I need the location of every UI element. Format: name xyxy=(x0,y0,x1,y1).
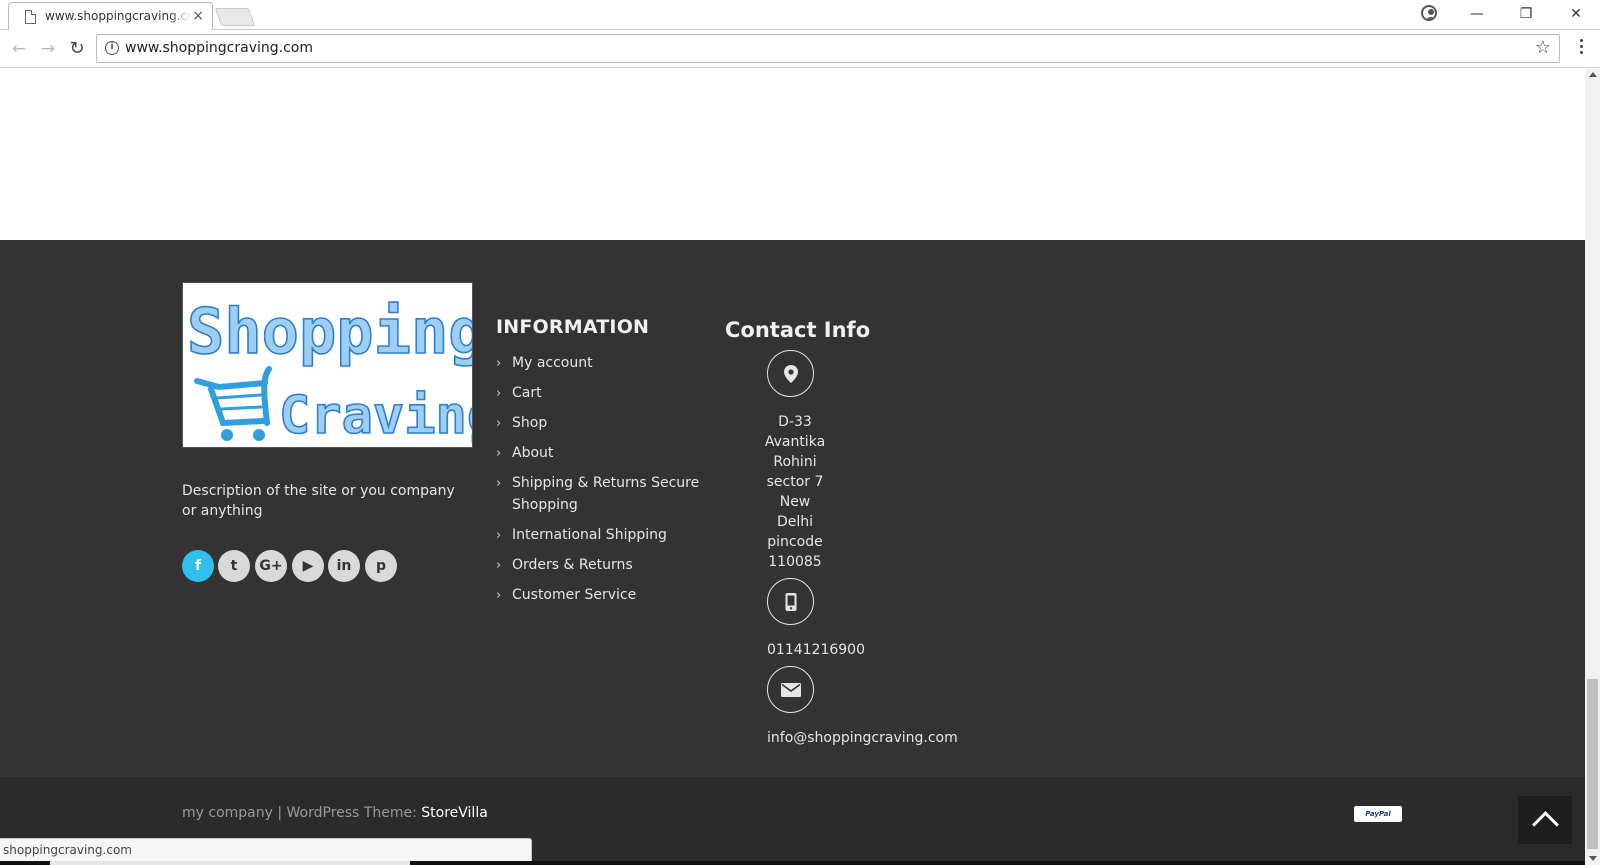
logo-line-1: Shopping xyxy=(187,295,473,368)
google-plus-icon[interactable]: G+ xyxy=(255,550,287,582)
profile-body xyxy=(1426,17,1435,19)
theme-link[interactable]: StoreVilla xyxy=(421,805,488,821)
menu-dot xyxy=(1580,45,1583,48)
menu-dot xyxy=(1580,51,1583,54)
info-link-label[interactable]: About xyxy=(512,445,553,461)
info-link-about[interactable]: › About xyxy=(496,442,706,464)
youtube-icon[interactable]: ▶ xyxy=(292,550,324,582)
status-url: shoppingcraving.com xyxy=(3,843,132,857)
minimize-icon[interactable]: — xyxy=(1462,4,1492,24)
restore-icon[interactable]: ❐ xyxy=(1511,4,1541,24)
profile-head xyxy=(1428,9,1434,15)
address-bar[interactable]: i www.shoppingcraving.com ☆ xyxy=(96,34,1560,63)
site-description: Description of the site or you company o… xyxy=(182,483,455,519)
forward-icon[interactable]: → xyxy=(37,38,59,60)
site-logo[interactable]: Shopping Craving xyxy=(182,282,473,448)
info-link-label[interactable]: International Shipping xyxy=(512,527,667,543)
profile-ring xyxy=(1421,5,1437,21)
phone-shape xyxy=(785,592,796,611)
chevron-right-icon: › xyxy=(496,356,502,371)
info-link-shop[interactable]: › Shop xyxy=(496,412,706,434)
info-link-orders-returns[interactable]: › Orders & Returns xyxy=(496,554,706,576)
page-viewport: Shopping Craving Description of the site… xyxy=(0,69,1585,865)
close-window-icon[interactable]: ✕ xyxy=(1561,4,1591,24)
address-line: Avantika xyxy=(764,434,826,450)
credits-separator: | WordPress Theme: xyxy=(272,805,422,821)
address-block: D-33 Avantika Rohini sector 7 New Delhi … xyxy=(761,412,829,572)
info-link-label[interactable]: Cart xyxy=(512,385,542,401)
reload-icon[interactable]: ↻ xyxy=(66,38,88,60)
contact-column: Contact Info D-33 Avantika Rohini sector… xyxy=(725,318,985,746)
twitter-icon[interactable]: t xyxy=(218,550,250,582)
information-heading: INFORMATION xyxy=(496,316,650,338)
info-link-customer-service[interactable]: › Customer Service xyxy=(496,584,706,606)
page-scrollbar[interactable] xyxy=(1585,69,1600,865)
map-pin-shape xyxy=(783,364,798,383)
scroll-down-arrow-icon[interactable] xyxy=(1589,856,1597,861)
linkedin-icon[interactable]: in xyxy=(328,550,360,582)
scroll-up-arrow-icon[interactable] xyxy=(1589,72,1597,77)
info-link-label[interactable]: Customer Service xyxy=(512,587,636,603)
address-line: Rohini xyxy=(773,454,817,470)
scroll-to-top-button[interactable] xyxy=(1518,796,1572,844)
contact-heading: Contact Info xyxy=(725,318,871,342)
site-footer: Shopping Craving Description of the site… xyxy=(0,240,1585,865)
browser-menu-icon[interactable] xyxy=(1580,39,1584,57)
information-column: INFORMATION › My account › Cart › Shop › Abo… xyxy=(496,316,706,614)
logo-line-2: Craving xyxy=(279,386,473,446)
chevron-right-icon: › xyxy=(496,476,502,491)
url-text[interactable]: www.shoppingcraving.com xyxy=(125,40,313,56)
mobile-phone-icon xyxy=(767,578,814,625)
envelope-icon xyxy=(767,666,814,713)
browser-toolbar: ← → ↻ i www.shoppingcraving.com ☆ xyxy=(0,30,1600,68)
paypal-badge: PayPal xyxy=(1354,806,1402,822)
new-tab-button[interactable] xyxy=(214,8,256,26)
browser-tab-strip: www.shoppingcraving.com × — ❐ ✕ xyxy=(0,0,1600,31)
info-link-cart[interactable]: › Cart xyxy=(496,382,706,404)
info-link-my-account[interactable]: › My account xyxy=(496,352,706,374)
tab-close-icon[interactable]: × xyxy=(192,8,204,24)
chevron-right-icon: › xyxy=(496,416,502,431)
information-links: › My account › Cart › Shop › About › Shipping… xyxy=(496,352,706,606)
address-line: New xyxy=(779,494,811,510)
bookmark-star-icon[interactable]: ☆ xyxy=(1535,38,1551,58)
scroll-thumb[interactable] xyxy=(1587,679,1598,849)
footer-credits: my company | WordPress Theme: StoreVilla xyxy=(182,805,488,821)
contact-email[interactable]: info@shoppingcraving.com xyxy=(767,730,958,746)
info-link-shipping-returns[interactable]: › Shipping & Returns Secure Shopping xyxy=(496,472,706,516)
chevron-right-icon: › xyxy=(496,558,502,573)
address-line: sector 7 xyxy=(766,474,824,490)
info-link-international-shipping[interactable]: › International Shipping xyxy=(496,524,706,546)
browser-tab[interactable]: www.shoppingcraving.com × xyxy=(8,2,213,31)
chevron-right-icon: › xyxy=(496,446,502,461)
address-line: Delhi xyxy=(776,514,814,530)
menu-dot xyxy=(1580,39,1583,42)
tab-title: www.shoppingcraving.com xyxy=(45,9,191,23)
chevron-right-icon: › xyxy=(496,528,502,543)
address-line: pincode xyxy=(767,534,823,550)
location-icon xyxy=(767,350,814,397)
envelope-shape xyxy=(780,682,801,697)
facebook-icon[interactable]: f xyxy=(182,550,214,582)
page-bottom-edge xyxy=(0,861,1585,865)
info-link-label[interactable]: My account xyxy=(512,355,593,371)
info-link-label[interactable]: Shop xyxy=(512,415,547,431)
address-line: D-33 xyxy=(778,414,812,430)
chevron-right-icon: › xyxy=(496,588,502,603)
contact-phone: 01141216900 xyxy=(767,642,865,658)
pinterest-icon[interactable]: p xyxy=(365,550,397,582)
page-icon xyxy=(25,10,36,24)
page-edge-highlight xyxy=(50,861,410,865)
status-bubble: shoppingcraving.com xyxy=(0,838,532,861)
info-link-label[interactable]: Shipping & Returns Secure Shopping xyxy=(512,475,699,513)
info-link-label[interactable]: Orders & Returns xyxy=(512,557,633,573)
company-name: my company xyxy=(182,805,273,821)
shopping-cart-icon xyxy=(194,366,272,427)
back-icon[interactable]: ← xyxy=(8,38,30,60)
shopping-craving-logo: Shopping Craving xyxy=(186,294,473,447)
address-line: 110085 xyxy=(768,554,822,570)
site-info-icon[interactable]: i xyxy=(105,41,119,55)
chevron-right-icon: › xyxy=(496,386,502,401)
profile-icon[interactable] xyxy=(1421,5,1437,21)
